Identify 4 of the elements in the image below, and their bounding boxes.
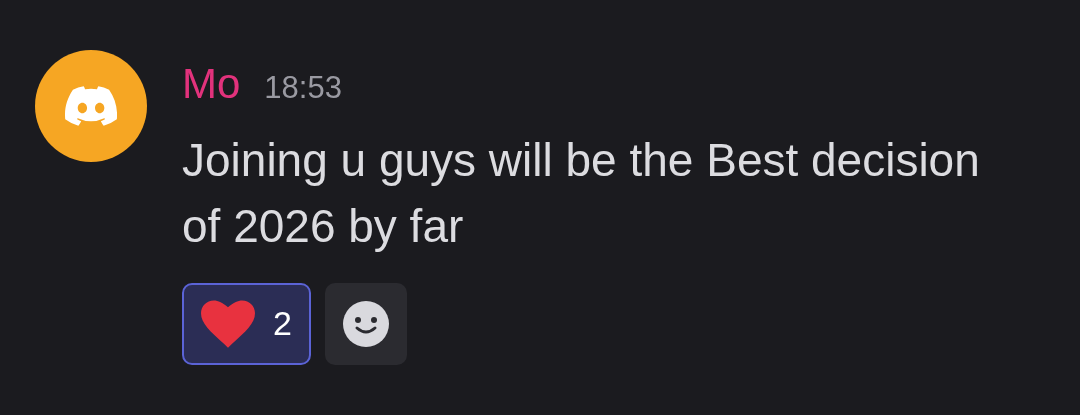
timestamp: 18:53 — [264, 69, 342, 107]
reaction-button[interactable]: 2 — [182, 282, 311, 365]
author-name[interactable]: Mo — [182, 64, 241, 104]
message-text: Joining u guys will be the Best decision of 2026 by far — [182, 132, 981, 254]
